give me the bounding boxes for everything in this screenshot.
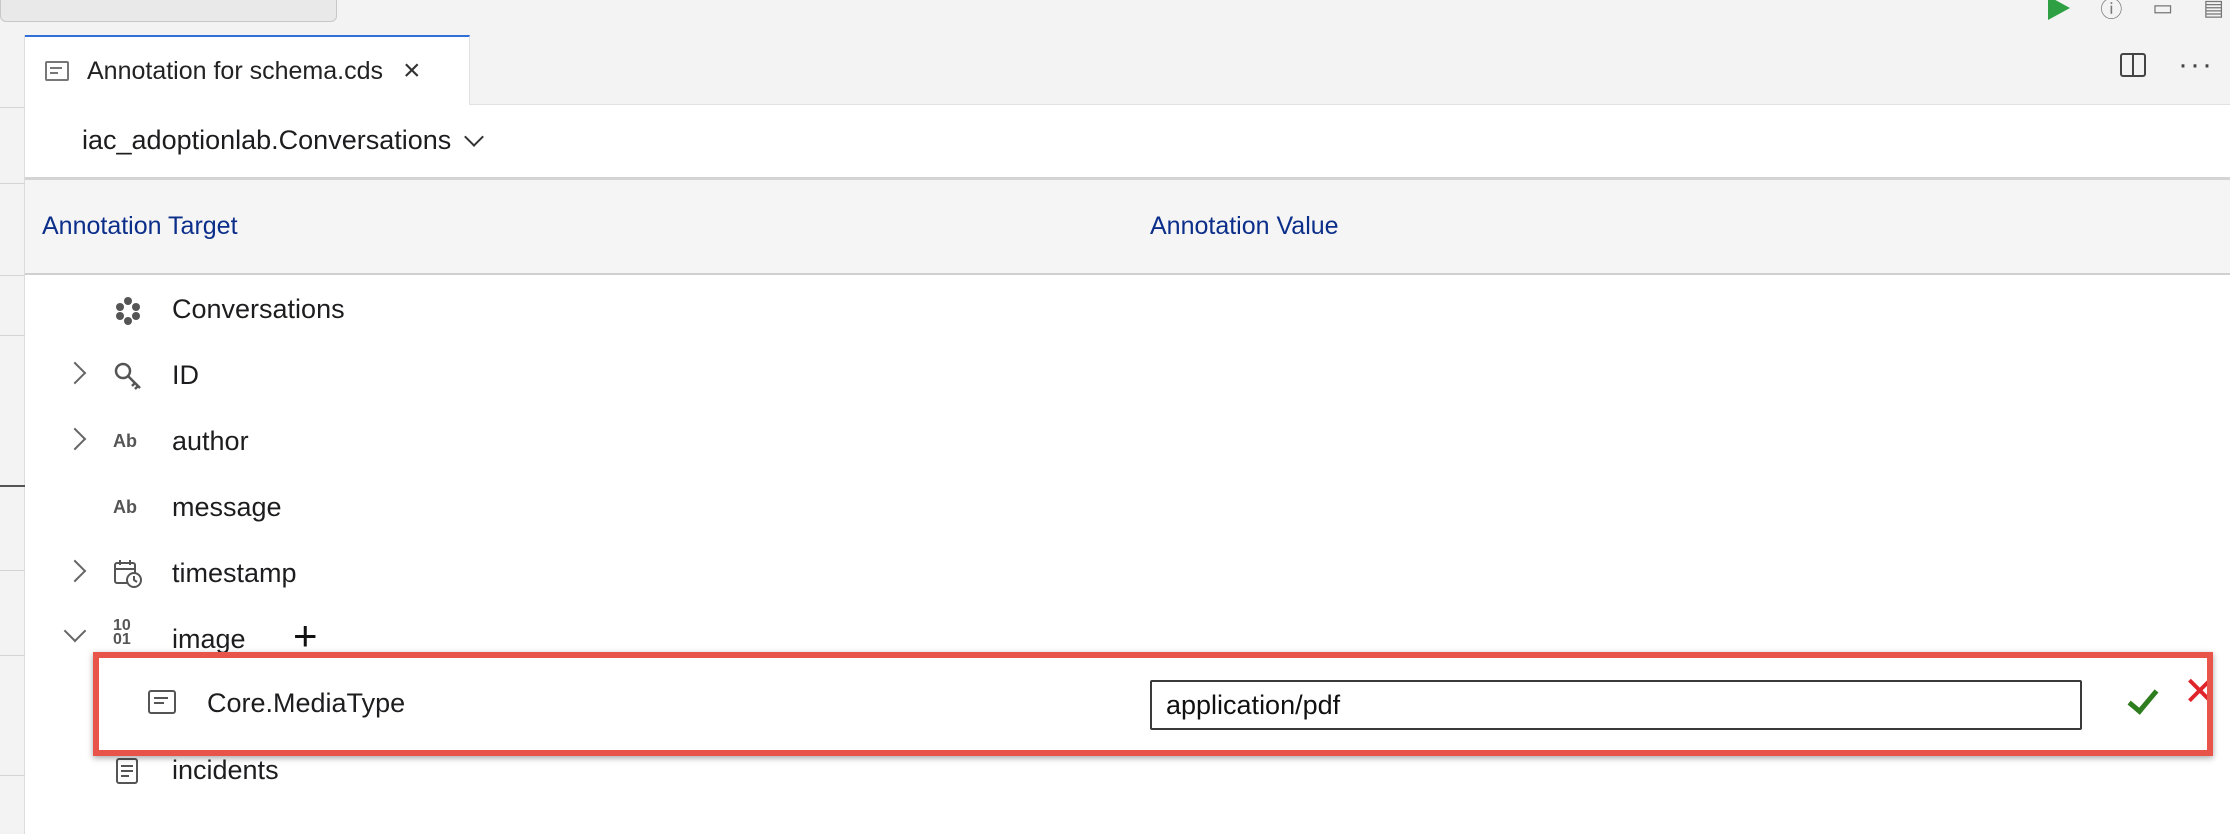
divider: [0, 335, 25, 336]
divider: [0, 107, 25, 108]
chevron-right-icon[interactable]: [63, 559, 87, 583]
chevron-down-icon: [464, 126, 485, 147]
document-icon: [45, 61, 69, 81]
close-icon[interactable]: ×: [403, 56, 421, 86]
binary-type-icon: 10 01: [113, 618, 143, 648]
tree-row-author[interactable]: Ab author: [25, 409, 2230, 475]
highlight-box: [93, 652, 2213, 756]
tree-row-conversations[interactable]: Conversations: [25, 277, 2230, 343]
string-type-icon: Ab: [113, 497, 137, 517]
run-icon[interactable]: [2048, 0, 2071, 20]
entity-selector-bar: iac_adoptionlab.Conversations: [25, 105, 2230, 180]
tab-title: Annotation for schema.cds: [87, 56, 383, 85]
tree-row-label: message: [172, 492, 282, 522]
command-center[interactable]: [0, 0, 337, 22]
explorer-edge: [0, 35, 25, 834]
string-type-icon: Ab: [113, 431, 137, 451]
editor-tab-bar: Annotation for schema.cds × ···: [25, 35, 2230, 105]
entity-cube-icon: [113, 295, 143, 325]
layout-icon[interactable]: ▭: [2152, 0, 2173, 21]
tree-row-message[interactable]: Ab message: [25, 475, 2230, 541]
tree-row-label: Conversations: [172, 294, 345, 324]
tree-row-label: author: [172, 426, 249, 456]
entity-selector-dropdown[interactable]: iac_adoptionlab.Conversations: [82, 125, 485, 156]
divider: [0, 183, 25, 184]
entity-selector-label: iac_adoptionlab.Conversations: [82, 125, 452, 155]
divider: [0, 485, 25, 487]
tree-row-label: image: [172, 624, 246, 654]
association-icon: [113, 756, 143, 784]
calendar-clock-icon: [113, 559, 143, 588]
tree-row-label: ID: [172, 360, 199, 390]
tree-row-label: timestamp: [172, 558, 297, 588]
chevron-right-icon[interactable]: [63, 427, 87, 451]
title-bar-actions: ⓘ ▭ ▤: [2048, 0, 2230, 24]
split-editor-icon[interactable]: [2120, 53, 2147, 77]
column-header-target: Annotation Target: [42, 212, 238, 240]
panel-icon[interactable]: ▤: [2203, 0, 2224, 21]
divider: [0, 775, 25, 776]
binary-glyph-bottom: 01: [113, 631, 131, 648]
title-bar: ⓘ ▭ ▤: [0, 0, 2230, 35]
divider: [0, 655, 25, 656]
editor-actions: ···: [2120, 50, 2214, 80]
more-actions-icon[interactable]: ···: [2178, 50, 2214, 80]
divider: [0, 570, 25, 571]
info-icon[interactable]: ⓘ: [2100, 0, 2122, 24]
tree-row-timestamp[interactable]: timestamp: [25, 541, 2230, 607]
key-icon: [113, 361, 143, 390]
tree-row-label: incidents: [172, 755, 279, 785]
add-annotation-button[interactable]: +: [293, 615, 318, 657]
tab-annotation-schema[interactable]: Annotation for schema.cds ×: [25, 35, 470, 105]
column-header-value: Annotation Value: [1150, 212, 1339, 240]
divider: [0, 275, 25, 276]
chevron-down-icon[interactable]: [63, 619, 87, 643]
chevron-right-icon[interactable]: [63, 361, 87, 385]
tree-row-id[interactable]: ID: [25, 343, 2230, 409]
table-header: Annotation Target Annotation Value: [25, 180, 2230, 275]
